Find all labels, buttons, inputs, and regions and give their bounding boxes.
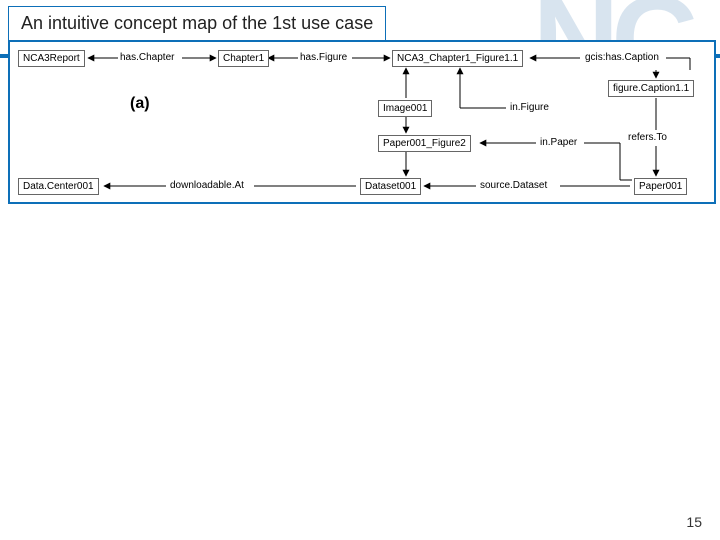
node-caption: figure.Caption1.1 <box>608 80 694 97</box>
node-nca3report: NCA3Report <box>18 50 85 67</box>
page-number: 15 <box>686 514 702 530</box>
node-image001: Image001 <box>378 100 432 117</box>
edge-downloadable-at: downloadable.At <box>170 180 244 191</box>
node-paper-figure: Paper001_Figure2 <box>378 135 471 152</box>
edge-has-chapter: has.Chapter <box>120 52 174 63</box>
edge-refers-to: refers.To <box>628 132 667 143</box>
edge-source-dataset: source.Dataset <box>480 180 547 191</box>
node-nca3-figure: NCA3_Chapter1_Figure1.1 <box>392 50 523 67</box>
slide-title: An intuitive concept map of the 1st use … <box>8 6 386 41</box>
edge-gcis-caption: gcis:has.Caption <box>585 52 659 63</box>
node-dataset001: Dataset001 <box>360 178 421 195</box>
subfigure-label: (a) <box>130 95 150 113</box>
edge-in-figure: in.Figure <box>510 102 549 113</box>
node-paper001: Paper001 <box>634 178 687 195</box>
node-chapter1: Chapter1 <box>218 50 269 67</box>
edge-in-paper: in.Paper <box>540 137 577 148</box>
edge-has-figure: has.Figure <box>300 52 347 63</box>
node-datacenter: Data.Center001 <box>18 178 99 195</box>
